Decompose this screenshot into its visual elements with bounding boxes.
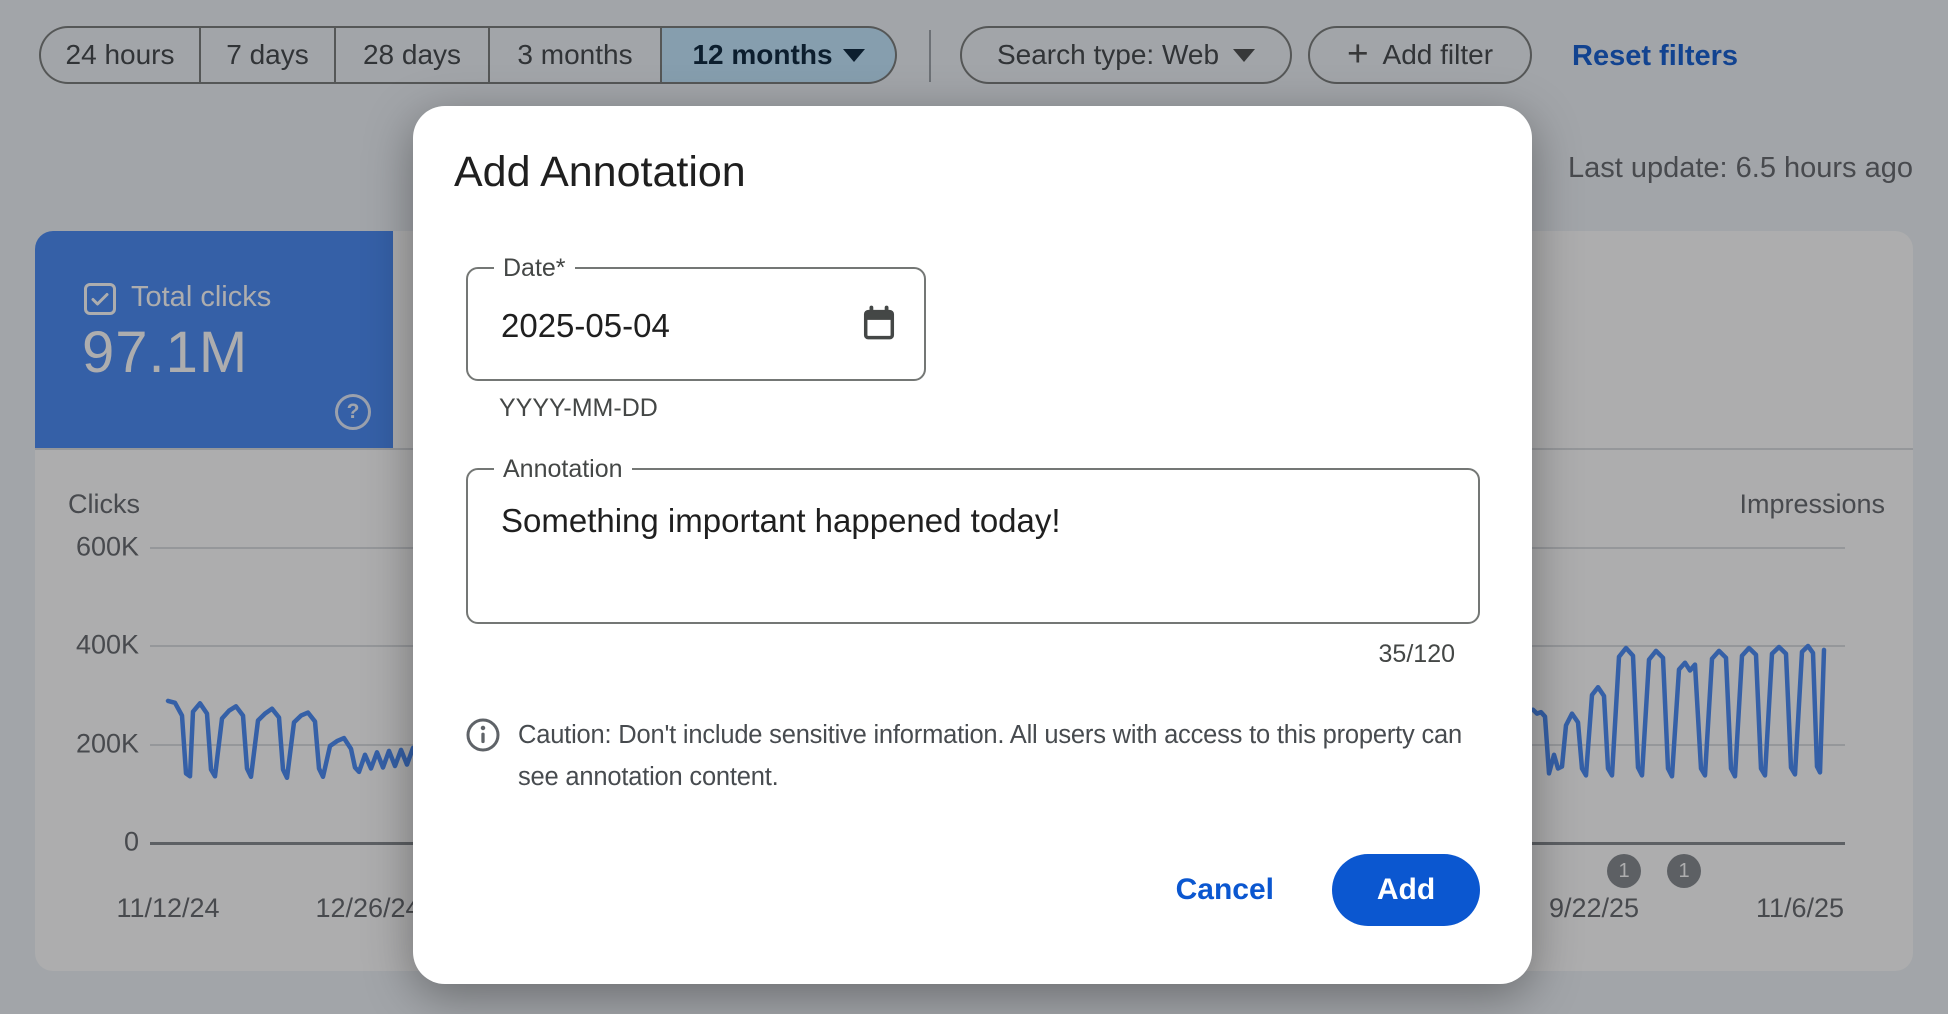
caution-note: Caution: Don't include sensitive informa… [465, 714, 1475, 798]
cancel-button[interactable]: Cancel [1176, 873, 1274, 907]
date-field-label: Date* [494, 254, 575, 283]
add-annotation-dialog: Add Annotation Date* 2025-05-04 YYYY-MM-… [413, 106, 1532, 984]
calendar-icon[interactable] [860, 305, 898, 348]
annotation-field-label: Annotation [494, 455, 632, 484]
date-field-value[interactable]: 2025-05-04 [501, 307, 670, 345]
dialog-title: Add Annotation [454, 148, 746, 197]
character-counter: 35/120 [1379, 640, 1455, 669]
info-icon [465, 714, 501, 798]
dialog-actions: Cancel Add [1176, 854, 1480, 926]
annotation-field-value[interactable]: Something important happened today! [501, 502, 1061, 540]
caution-text: Caution: Don't include sensitive informa… [518, 714, 1470, 798]
date-field[interactable]: Date* 2025-05-04 [466, 267, 926, 381]
add-button[interactable]: Add [1332, 854, 1480, 926]
date-format-helper: YYYY-MM-DD [499, 394, 658, 423]
annotation-field[interactable]: Annotation Something important happened … [466, 468, 1480, 624]
search-console-performance-page: 24 hours7 days28 days3 months12 months S… [0, 0, 1948, 1014]
